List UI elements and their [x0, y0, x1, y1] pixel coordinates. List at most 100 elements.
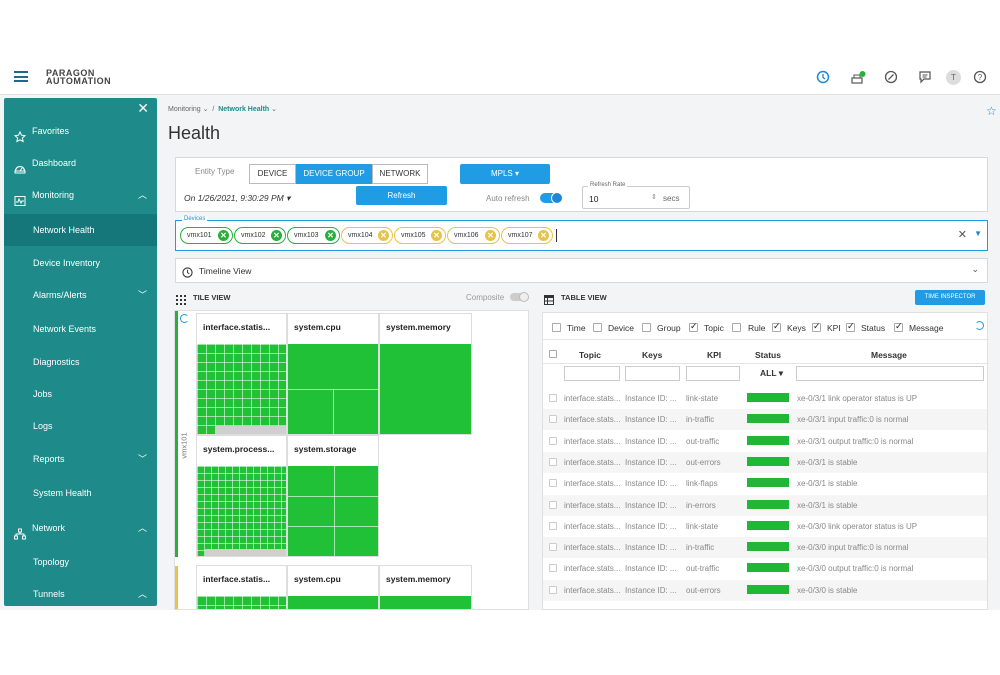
tile-interface-statistics[interactable]: interface.statis...: [196, 313, 287, 435]
table-row[interactable]: interface.stats... Instance ID: ... in-err…: [543, 494, 987, 516]
help-icon[interactable]: ?: [973, 70, 989, 86]
device-chip-vmx104[interactable]: vmx104 ✕: [341, 227, 393, 244]
composite-toggle[interactable]: [510, 292, 529, 302]
tile-system-cpu-2[interactable]: system.cpu: [287, 565, 379, 609]
device-chip-vmx102[interactable]: vmx102 ✕: [234, 227, 286, 244]
column-header-message[interactable]: Message: [871, 350, 907, 360]
hamburger-menu-icon[interactable]: [14, 71, 28, 82]
favorite-star-icon[interactable]: ☆: [986, 104, 997, 118]
device-chip-vmx103[interactable]: vmx103 ✕: [287, 227, 340, 244]
sidebar-item-tunnels[interactable]: Tunnels ︿: [4, 579, 157, 606]
tile-system-cpu[interactable]: system.cpu: [287, 313, 379, 435]
row-checkbox[interactable]: [549, 564, 557, 573]
devices-field[interactable]: Devices vmx101 ✕ vmx102 ✕ vmx103 ✕ vmx104 ✕ …: [175, 216, 988, 251]
refresh-rate-field[interactable]: Refresh Rate 10 ⇕ secs: [582, 182, 690, 209]
table-row[interactable]: interface.stats... Instance ID: ... out-er…: [543, 579, 987, 601]
time-inspector-button[interactable]: TIME INSPECTOR: [915, 290, 985, 305]
remove-chip-icon[interactable]: ✕: [538, 230, 549, 241]
table-row[interactable]: interface.stats... Instance ID: ... in-tra…: [543, 409, 987, 431]
sidebar-item-logs[interactable]: Logs: [4, 411, 157, 441]
column-header-status[interactable]: Status: [755, 350, 781, 360]
close-sidebar-icon[interactable]: ✕: [137, 100, 149, 117]
column-header-keys[interactable]: Keys: [642, 350, 662, 360]
table-row[interactable]: interface.stats... Instance ID: ... link-s…: [543, 388, 987, 409]
clock-icon[interactable]: [816, 70, 832, 86]
sidebar-item-jobs[interactable]: Jobs: [4, 379, 157, 409]
sidebar-item-network[interactable]: Network ︿: [4, 513, 157, 543]
sidebar-item-system-health[interactable]: System Health: [4, 478, 157, 508]
tag-icon[interactable]: [884, 70, 900, 86]
feedback-icon[interactable]: [918, 70, 934, 86]
table-row[interactable]: interface.stats... Instance ID: ... link-f…: [543, 473, 987, 494]
breadcrumb-monitoring[interactable]: Monitoring: [168, 106, 201, 113]
device-chip-vmx105[interactable]: vmx105 ✕: [394, 227, 446, 244]
column-header-kpi[interactable]: KPI: [707, 350, 721, 360]
device-chip-vmx107[interactable]: vmx107 ✕: [501, 227, 553, 244]
remove-chip-icon[interactable]: ✕: [378, 230, 389, 241]
message-filter-input[interactable]: [796, 366, 984, 381]
remove-chip-icon[interactable]: ✕: [325, 230, 336, 241]
column-header-topic[interactable]: Topic: [579, 350, 601, 360]
entity-type-device[interactable]: DEVICE: [249, 164, 296, 184]
toggle-group-checkbox[interactable]: [642, 323, 651, 332]
table-row[interactable]: interface.stats... Instance ID: ... in-tra…: [543, 537, 987, 559]
devices-dropdown-icon[interactable]: ▼: [974, 229, 982, 238]
toggle-topic-checkbox[interactable]: [689, 321, 698, 332]
tile-system-memory[interactable]: system.memory: [379, 313, 472, 435]
row-checkbox[interactable]: [549, 457, 557, 466]
tile-interface-statistics-2[interactable]: interface.statis...: [196, 565, 287, 609]
row-checkbox[interactable]: [549, 500, 557, 509]
refresh-button[interactable]: Refresh: [356, 186, 447, 205]
table-row[interactable]: interface.stats... Instance ID: ... out-tr…: [543, 431, 987, 452]
group-select-mpls[interactable]: MPLS ▾: [460, 164, 550, 184]
toggle-keys-checkbox[interactable]: [772, 321, 781, 332]
kpi-filter-input[interactable]: [686, 366, 740, 381]
row-checkbox[interactable]: [549, 415, 557, 424]
tile-system-processes[interactable]: system.process...: [196, 435, 287, 557]
sidebar-item-alarms-alerts[interactable]: Alarms/Alerts ﹀: [4, 280, 157, 310]
status-filter-select[interactable]: ALL ▾: [760, 368, 783, 379]
sidebar-item-device-inventory[interactable]: Device Inventory: [4, 248, 157, 278]
device-chip-vmx101[interactable]: vmx101 ✕: [180, 227, 233, 244]
entity-type-network[interactable]: NETWORK: [372, 164, 428, 184]
tile-system-memory-2[interactable]: system.memory: [379, 565, 472, 609]
remove-chip-icon[interactable]: ✕: [271, 230, 282, 241]
toggle-status-checkbox[interactable]: [846, 321, 855, 332]
user-avatar[interactable]: T: [946, 70, 961, 85]
select-all-checkbox[interactable]: [549, 350, 557, 358]
row-checkbox[interactable]: [549, 521, 557, 530]
sidebar-item-topology[interactable]: Topology: [4, 547, 157, 577]
row-checkbox[interactable]: [549, 543, 557, 552]
spinner-icon[interactable]: ⇕: [651, 193, 657, 201]
jobs-tray-icon[interactable]: [850, 70, 866, 86]
sidebar-item-monitoring[interactable]: Monitoring ︿: [4, 180, 157, 210]
timeline-view-bar[interactable]: Timeline View ⌄: [175, 258, 988, 283]
toggle-kpi-checkbox[interactable]: [812, 321, 821, 332]
sidebar-item-reports[interactable]: Reports ﹀: [4, 444, 157, 474]
entity-type-device-group[interactable]: DEVICE GROUP: [296, 164, 372, 184]
row-checkbox[interactable]: [549, 585, 557, 594]
toggle-device-checkbox[interactable]: [593, 323, 602, 332]
row-checkbox[interactable]: [549, 436, 557, 445]
table-row[interactable]: interface.stats... Instance ID: ... out-er…: [543, 451, 987, 473]
row-checkbox[interactable]: [549, 394, 557, 402]
table-row[interactable]: interface.stats... Instance ID: ... link-s…: [543, 516, 987, 537]
remove-chip-icon[interactable]: ✕: [485, 230, 496, 241]
chevron-down-icon[interactable]: ⌄: [971, 264, 979, 275]
clear-devices-icon[interactable]: ✕: [958, 228, 967, 241]
row-checkbox[interactable]: [549, 479, 557, 488]
tile-system-storage[interactable]: system.storage: [287, 435, 379, 557]
topic-filter-input[interactable]: [564, 366, 620, 381]
breadcrumb-network-health[interactable]: Network Health: [218, 106, 269, 113]
toggle-rule-checkbox[interactable]: [732, 323, 741, 332]
keys-filter-input[interactable]: [625, 366, 680, 381]
sidebar-item-diagnostics[interactable]: Diagnostics: [4, 347, 157, 377]
date-picker[interactable]: On 1/26/2021, 9:30:29 PM ▾: [184, 193, 290, 204]
sidebar-item-network-health[interactable]: Network Health: [4, 214, 157, 246]
toggle-message-checkbox[interactable]: [894, 321, 903, 332]
sidebar-item-network-events[interactable]: Network Events: [4, 314, 157, 344]
toggle-time-checkbox[interactable]: [552, 323, 561, 332]
auto-refresh-toggle[interactable]: [540, 192, 563, 204]
sidebar-item-favorites[interactable]: Favorites: [4, 116, 157, 146]
sidebar-item-dashboard[interactable]: Dashboard: [4, 148, 157, 178]
